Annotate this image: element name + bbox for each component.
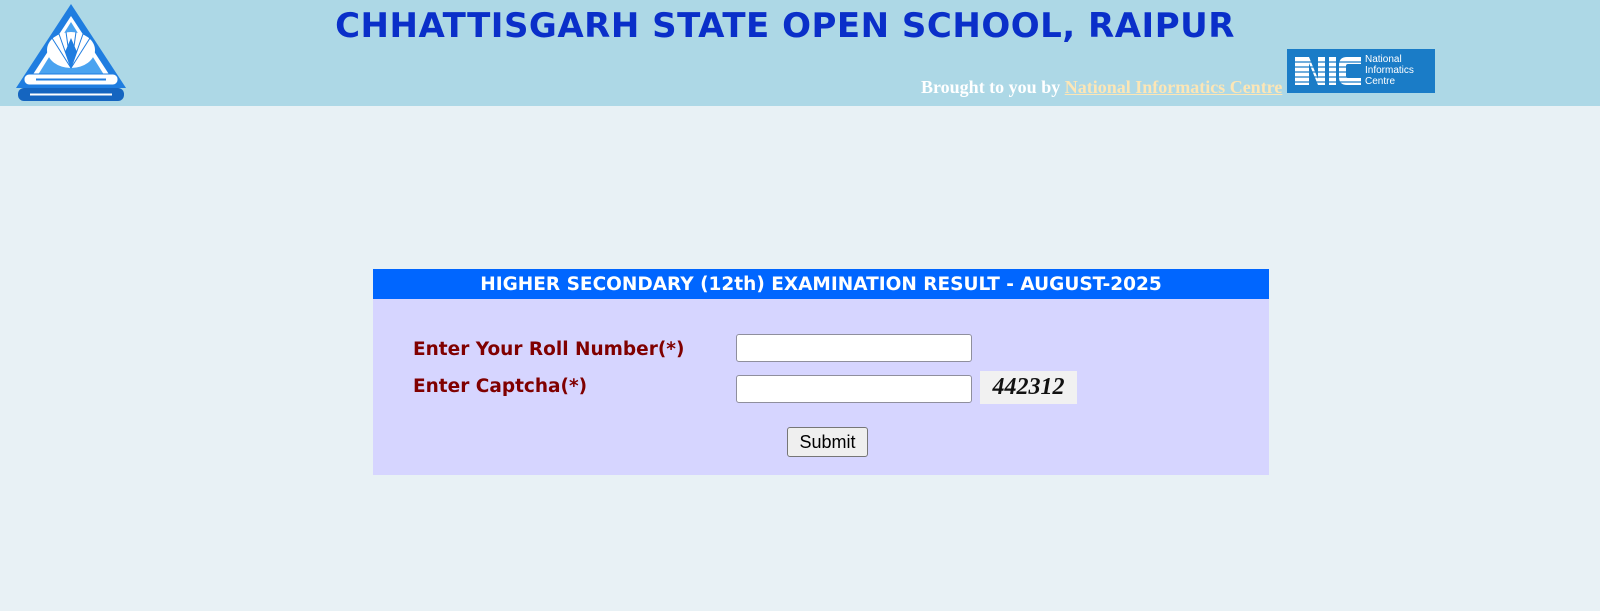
captcha-label: Enter Captcha(*) [413,376,588,397]
nic-logo-line: Informatics [1365,65,1414,76]
roll-number-label: Enter Your Roll Number(*) [413,339,685,360]
brought-prefix: Brought to you by [921,77,1065,97]
nic-letters-icon [1291,57,1365,85]
result-form-panel: HIGHER SECONDARY (12th) EXAMINATION RESU… [373,269,1269,475]
submit-button[interactable]: Submit [787,427,868,457]
nic-logo-text: National Informatics Centre [1365,54,1433,87]
nic-link[interactable]: National Informatics Centre [1065,77,1283,97]
header-banner: CHHATTISGARH STATE OPEN SCHOOL, RAIPUR B… [0,0,1600,106]
roll-number-input[interactable] [736,334,972,362]
nic-logo-icon[interactable]: National Informatics Centre [1287,49,1435,93]
captcha-input[interactable] [736,375,972,403]
nic-logo-line: Centre [1365,76,1396,87]
page-title: CHHATTISGARH STATE OPEN SCHOOL, RAIPUR [335,6,1235,46]
nic-logo-line: National [1365,54,1402,65]
form-heading: HIGHER SECONDARY (12th) EXAMINATION RESU… [373,269,1269,299]
captcha-image: 442312 [980,371,1077,404]
brought-to-you-text: Brought to you by National Informatics C… [921,77,1282,98]
